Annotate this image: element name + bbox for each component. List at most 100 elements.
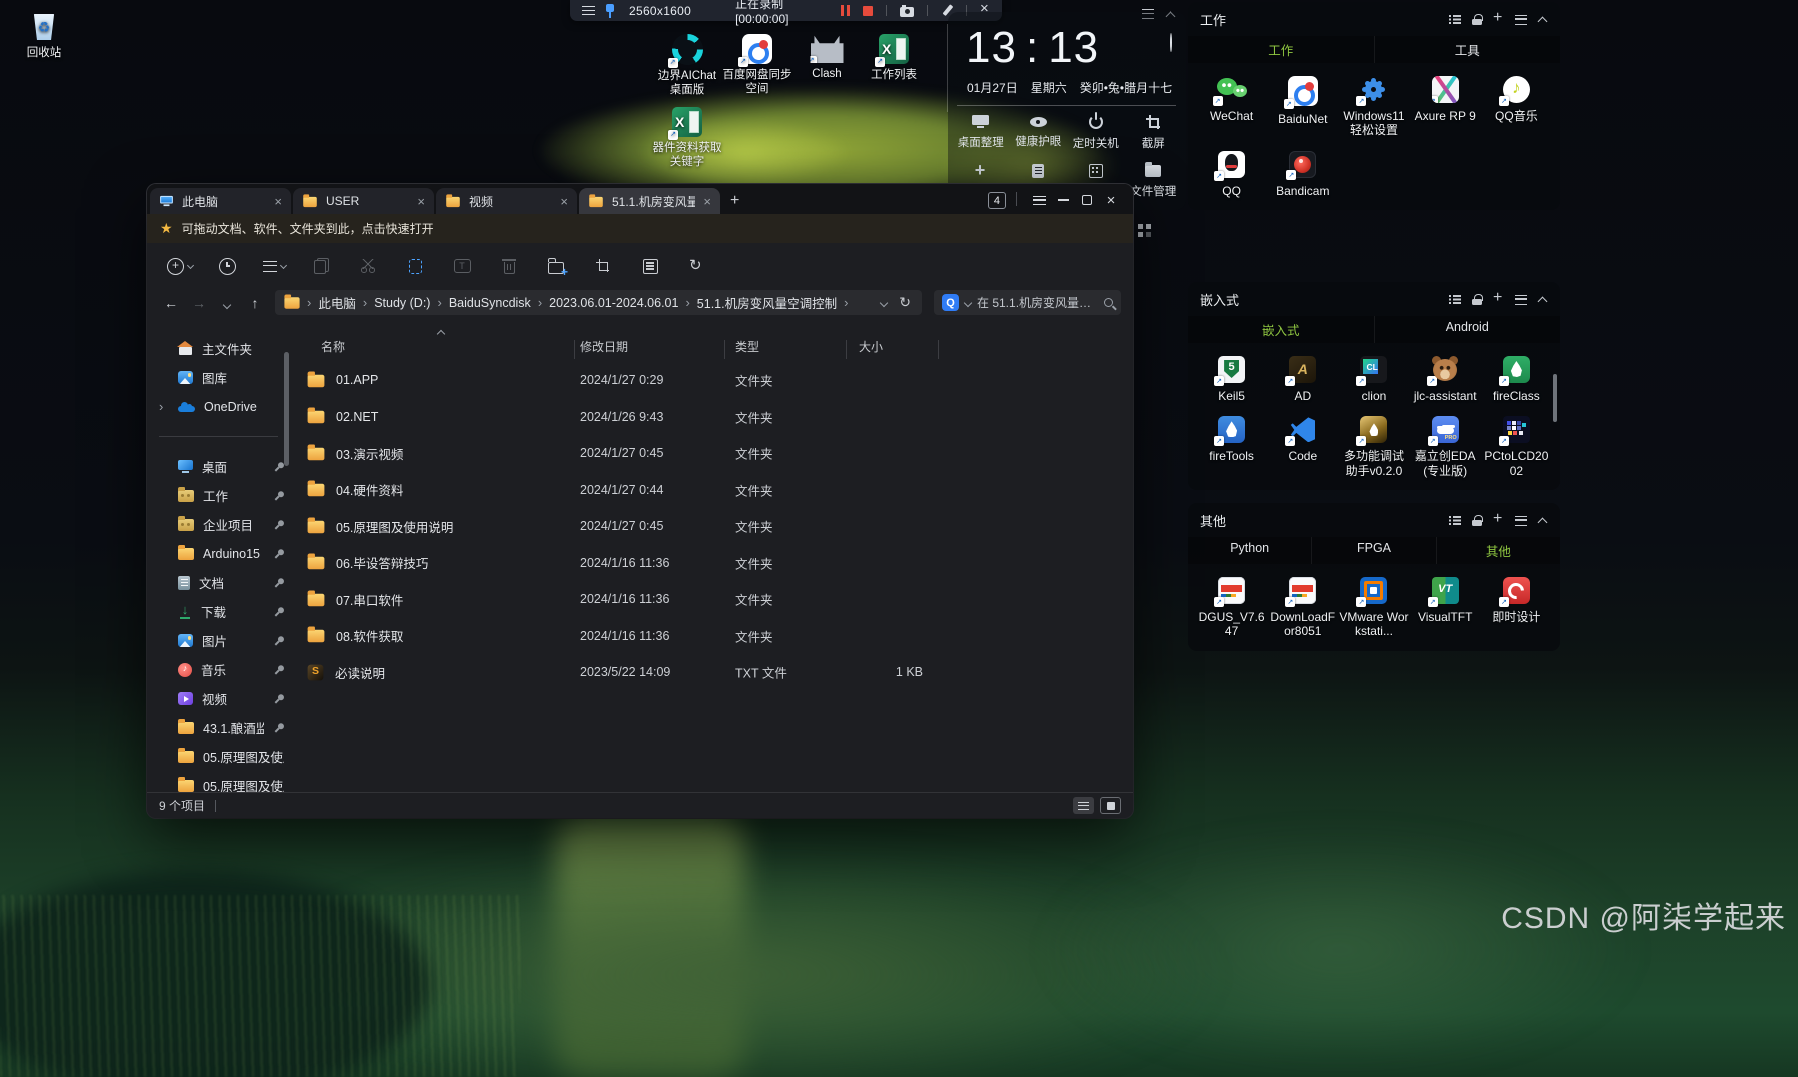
rename-button[interactable] xyxy=(447,251,477,281)
collapse-icon[interactable] xyxy=(1538,295,1548,304)
panel-tab-Python[interactable]: Python xyxy=(1188,537,1311,564)
sidebar-item-音乐[interactable]: 音乐 xyxy=(147,655,290,684)
file-row[interactable]: 01.APP 2024/1/27 0:29 文件夹 xyxy=(290,362,1133,399)
widget-action-健康护眼[interactable]: 健康护眼 xyxy=(1015,115,1061,151)
sort-button[interactable] xyxy=(259,251,289,281)
file-row[interactable]: 04.硬件资料 2024/1/27 0:44 文件夹 xyxy=(290,472,1133,509)
maximize-button[interactable] xyxy=(1075,191,1099,209)
panel-tab-嵌入式[interactable]: 嵌入式 xyxy=(1188,316,1374,343)
widget-action-文件管理[interactable]: 文件管理 xyxy=(1130,162,1176,199)
minimize-button[interactable] xyxy=(1051,191,1075,209)
plus-icon[interactable] xyxy=(1493,9,1504,27)
panel-scrollbar[interactable] xyxy=(1553,374,1557,422)
refresh-icon[interactable]: ↻ xyxy=(899,294,911,311)
menu-button[interactable] xyxy=(1027,191,1051,209)
panel-tab-Android[interactable]: Android xyxy=(1373,316,1561,343)
sidebar-item-图库[interactable]: 图库 xyxy=(147,363,290,392)
menu-icon[interactable] xyxy=(1515,14,1527,25)
new-tab-button[interactable]: + xyxy=(730,192,739,210)
pause-icon[interactable] xyxy=(841,5,850,16)
app-嘉立创EDA(专业版)[interactable]: ↗ 嘉立创EDA(专业版) xyxy=(1410,416,1480,478)
chevron-down-icon[interactable] xyxy=(963,298,973,307)
sidebar-item-OneDrive[interactable]: › OneDrive xyxy=(147,392,290,421)
weather-sun-icon[interactable] xyxy=(1170,33,1172,52)
sidebar-item-主文件夹[interactable]: 主文件夹 xyxy=(147,334,290,363)
breadcrumb-segment[interactable]: BaiduSyncdisk xyxy=(449,296,531,310)
app-多功能调试助手v0.2.0[interactable]: ↗ 多功能调试助手v0.2.0 xyxy=(1339,416,1409,478)
search-icon[interactable] xyxy=(1104,298,1113,307)
collapse-icon[interactable] xyxy=(1538,516,1548,525)
menu-icon[interactable] xyxy=(582,6,595,15)
desktop-icon-component-info[interactable]: ↗ 器件资料获取关键字 xyxy=(648,107,726,170)
app-DGUS_V7.647[interactable]: ↗ DGUS_V7.647 xyxy=(1197,577,1267,639)
column-header-类型[interactable]: 类型 xyxy=(735,338,759,355)
sidebar-item-企业项目[interactable]: 企业项目 xyxy=(147,510,290,539)
file-row[interactable]: 05.原理图及使用说明 2024/1/27 0:45 文件夹 xyxy=(290,508,1133,545)
plus-icon[interactable] xyxy=(1493,510,1504,528)
history-button[interactable] xyxy=(212,251,242,281)
bullet-list-icon[interactable] xyxy=(1449,515,1461,526)
layout-button[interactable] xyxy=(635,251,665,281)
quick-open-tip-bar[interactable]: ★ 可拖动文档、软件、文件夹到此，点击快速打开 xyxy=(147,214,1133,243)
widget-action-截屏[interactable]: 截屏 xyxy=(1142,115,1165,151)
column-header-大小[interactable]: 大小 xyxy=(859,338,883,355)
desktop-icon-work-list[interactable]: ↗ 工作列表 xyxy=(855,34,933,83)
app-clion[interactable]: ↗ clion xyxy=(1339,356,1409,403)
tab-close-icon[interactable]: × xyxy=(703,195,711,208)
menu-icon[interactable] xyxy=(1515,515,1527,526)
cut-button[interactable] xyxy=(353,251,383,281)
sidebar-item-工作[interactable]: 工作 xyxy=(147,481,290,510)
column-header-名称[interactable]: 名称 xyxy=(321,338,345,355)
desktop-mini-grid-icon[interactable] xyxy=(1137,223,1152,238)
breadcrumb-segment[interactable]: Study (D:) xyxy=(374,296,430,310)
sidebar-item-43.1.酿酒监测[interactable]: 43.1.酿酒监测 xyxy=(147,713,290,742)
explorer-tab[interactable]: 视频 × xyxy=(436,188,577,214)
preview-view-button[interactable] xyxy=(1100,797,1121,814)
widget-action-定时关机[interactable]: 定时关机 xyxy=(1073,112,1119,151)
app-QQ[interactable]: ↗ QQ xyxy=(1197,150,1267,198)
sidebar-item-视频[interactable]: 视频 xyxy=(147,684,290,713)
paste-button[interactable] xyxy=(400,251,430,281)
app-Code[interactable]: ↗ Code xyxy=(1268,416,1338,478)
bullet-list-icon[interactable] xyxy=(1449,14,1461,25)
app-即时设计[interactable]: ↗ 即时设计 xyxy=(1481,577,1551,639)
breadcrumb-segment[interactable]: 51.1.机房变风量空调控制 xyxy=(697,293,837,312)
lock-icon[interactable] xyxy=(1472,514,1483,527)
breadcrumb-segment[interactable]: 2023.06.01-2024.06.01 xyxy=(549,296,678,310)
app-PCtoLCD2002[interactable]: ↗ PCtoLCD2002 xyxy=(1481,416,1551,478)
panel-tab-工作[interactable]: 工作 xyxy=(1188,36,1374,63)
sidebar-item-05.原理图及使用[interactable]: 05.原理图及使用 xyxy=(147,771,290,792)
app-Keil5[interactable]: ↗ Keil5 xyxy=(1197,356,1267,403)
app-WeChat[interactable]: ↗ WeChat xyxy=(1197,76,1267,138)
search-badge-icon[interactable]: Q xyxy=(942,294,959,311)
new-item-button[interactable] xyxy=(165,251,195,281)
file-row[interactable]: 08.软件获取 2024/1/16 11:36 文件夹 xyxy=(290,618,1133,655)
app-VisualTFT[interactable]: ↗ VisualTFT xyxy=(1410,577,1480,639)
desktop-icon-aichat[interactable]: ↗ 边界AIChat 桌面版 xyxy=(648,34,726,98)
breadcrumb-segment[interactable]: 此电脑 xyxy=(318,293,356,312)
tab-close-icon[interactable]: × xyxy=(274,195,282,208)
screenshot-button[interactable] xyxy=(588,251,618,281)
sidebar-item-文档[interactable]: 文档 xyxy=(147,568,290,597)
sidebar-item-05.原理图及使用[interactable]: 05.原理图及使用 xyxy=(147,742,290,771)
explorer-tab[interactable]: USER × xyxy=(293,188,434,214)
list-view-button[interactable] xyxy=(1073,797,1094,814)
sidebar-item-下载[interactable]: 下载 xyxy=(147,597,290,626)
column-header-修改日期[interactable]: 修改日期 xyxy=(580,338,628,355)
tab-close-icon[interactable]: × xyxy=(560,195,568,208)
copy-button[interactable] xyxy=(306,251,336,281)
sidebar-item-Arduino15[interactable]: Arduino15 xyxy=(147,539,290,568)
lock-icon[interactable] xyxy=(1472,293,1483,306)
file-row[interactable]: 必读说明 2023/5/22 14:09 TXT 文件 1 KB xyxy=(290,654,1133,691)
app-Windows11轻松设置[interactable]: ↗ Windows11轻松设置 xyxy=(1339,76,1409,138)
breadcrumb[interactable]: › 此电脑 › Study (D:) › BaiduSyncdisk › 2023.06.01… xyxy=(275,290,922,315)
app-AD[interactable]: ↗ AD xyxy=(1268,356,1338,403)
app-BaiduNet[interactable]: ↗ BaiduNet xyxy=(1268,76,1338,138)
chevron-right-icon[interactable]: › xyxy=(159,399,163,414)
up-icon[interactable]: ↑ xyxy=(243,295,267,311)
app-DownLoadFor8051[interactable]: ↗ DownLoadFor8051 xyxy=(1268,577,1338,639)
file-row[interactable]: 06.毕设答辩技巧 2024/1/16 11:36 文件夹 xyxy=(290,545,1133,582)
search-input[interactable]: Q 在 51.1.机房变风量空... xyxy=(934,290,1121,315)
recycle-bin-desktop-icon[interactable]: 回收站 xyxy=(12,8,76,61)
app-QQ音乐[interactable]: ↗ QQ音乐 xyxy=(1481,76,1551,138)
